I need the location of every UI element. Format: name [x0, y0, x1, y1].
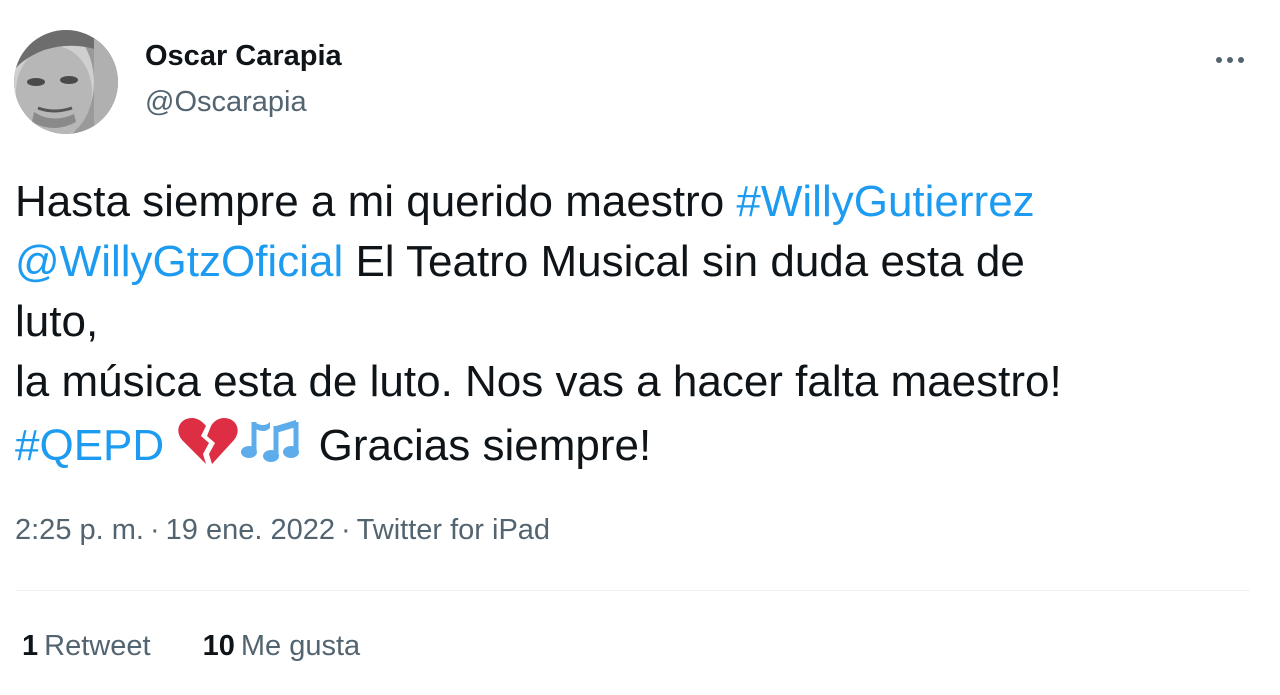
tweet-text-segment: El Teatro Musical sin duda esta de: [343, 237, 1025, 286]
tweet-text-segment: Gracias siempre!: [306, 421, 652, 470]
hashtag-link[interactable]: #QEPD: [15, 421, 164, 470]
author-handle[interactable]: @Oscarapia: [145, 86, 307, 119]
tweet-text-segment: luto,: [15, 297, 99, 346]
tweet-source[interactable]: Twitter for iPad: [357, 514, 550, 546]
more-options-button[interactable]: [1200, 38, 1260, 82]
likes-stat[interactable]: 10 Me gusta: [203, 630, 361, 663]
more-options-icon-dot: [1227, 57, 1233, 63]
mention-link[interactable]: @WillyGtzOficial: [15, 237, 343, 286]
tweet-line: la música esta de luto. Nos vas a hacer …: [15, 352, 1245, 412]
tweet-line: Hasta siempre a mi querido maestro #Will…: [15, 172, 1245, 232]
more-options-icon-dot: [1238, 57, 1244, 63]
author-name[interactable]: Oscar Carapia: [145, 40, 342, 73]
author-avatar[interactable]: [14, 30, 118, 134]
meta-separator: ·: [149, 514, 160, 546]
retweets-stat[interactable]: 1 Retweet: [22, 630, 151, 663]
divider: [15, 590, 1250, 591]
tweet-line: @WillyGtzOficial El Teatro Musical sin d…: [15, 232, 1245, 292]
tweet-metadata: 2:25 p. m. · 19 ene. 2022 · Twitter for iPad: [15, 514, 550, 547]
tweet-text-space: [164, 421, 176, 470]
meta-separator: ·: [340, 514, 351, 546]
broken-heart-emoji: [176, 416, 240, 484]
tweet-text-segment: la música esta de luto. Nos vas a hacer …: [15, 357, 1062, 406]
retweets-label: Retweet: [44, 630, 151, 662]
tweet-text-segment: Hasta siempre a mi querido maestro: [15, 177, 737, 226]
engagement-stats: 1 Retweet 10 Me gusta: [22, 630, 360, 663]
tweet-line: luto,: [15, 292, 1245, 352]
likes-label: Me gusta: [240, 630, 361, 662]
tweet-text: Hasta siempre a mi querido maestro #Will…: [15, 172, 1245, 472]
tweet-line: #QEPD Gracias siempre!: [15, 412, 1245, 472]
avatar-photo: [14, 30, 118, 134]
tweet-card: Oscar Carapia @Oscarapia Hasta siempre a…: [0, 0, 1280, 695]
hashtag-link[interactable]: #WillyGutierrez: [736, 177, 1034, 226]
more-options-icon: [1216, 57, 1222, 63]
retweets-count: 1: [22, 630, 39, 662]
likes-count: 10: [202, 630, 235, 662]
tweet-date[interactable]: 19 ene. 2022: [166, 514, 335, 546]
musical-notes-emoji: [240, 412, 306, 484]
tweet-timestamp[interactable]: 2:25 p. m.: [15, 514, 144, 546]
